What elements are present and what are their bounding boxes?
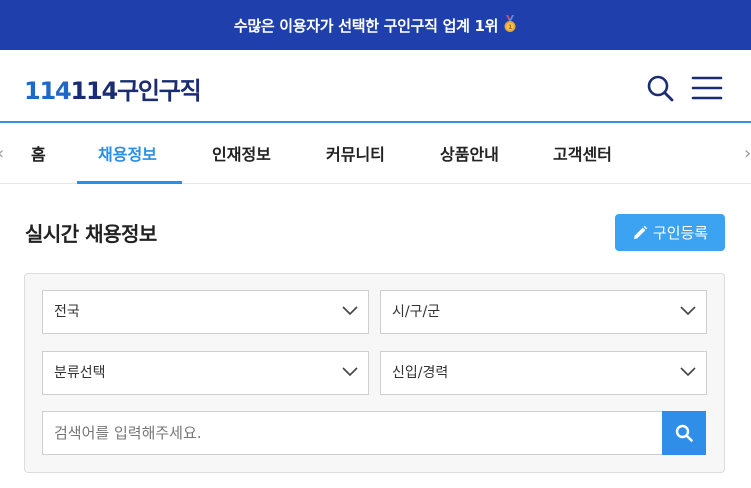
tab-job-info[interactable]: 채용정보 [98,125,157,184]
keyword-search-input[interactable] [42,411,663,455]
site-header: 114114구인구직 [0,50,751,123]
tab-products[interactable]: 상품안내 [440,125,499,184]
category-select-value: 분류선택 [54,365,106,381]
district-select[interactable]: 시/구/군 [380,290,707,334]
chevron-down-icon [342,367,358,377]
chevron-down-icon [342,306,358,316]
tab-customer-center[interactable]: 고객센터 [553,125,612,184]
banner-text: 수많은 이용자가 선택한 구인구직 업계 1위 [233,16,499,35]
tab-home[interactable]: 홈 [31,125,46,184]
medal-icon: 1 [503,15,517,33]
tab-talent-info[interactable]: 인재정보 [212,125,271,184]
pencil-icon [633,225,648,239]
category-select[interactable]: 분류선택 [42,351,369,395]
tab-community[interactable]: 커뮤니티 [326,125,385,184]
career-select[interactable]: 신입/경력 [380,351,707,395]
site-logo[interactable]: 114114구인구직 [24,71,202,106]
logo-part-1: 114 [24,77,72,105]
search-icon [675,424,693,442]
career-select-value: 신입/경력 [392,365,449,381]
chevron-down-icon [680,306,696,316]
svg-text:1: 1 [508,24,512,31]
region-select[interactable]: 전국 [42,290,369,334]
nav-scroll-left-icon[interactable]: ‹ [0,145,4,163]
region-select-value: 전국 [54,304,80,320]
nav-scroll-right-icon[interactable]: › [744,145,751,163]
chevron-down-icon [680,367,696,377]
logo-part-2: 114 [70,77,119,105]
top-banner: 수많은 이용자가 선택한 구인구직 업계 1위 1 [0,0,751,50]
main-nav: ‹ 홈 채용정보 인재정보 커뮤니티 상품안내 고객센터 › [0,125,751,184]
district-select-value: 시/구/군 [392,304,441,320]
register-button-label: 구인등록 [652,224,709,242]
page-title: 실시간 채용정보 [25,222,157,246]
hamburger-menu-icon[interactable] [691,73,723,103]
active-tab-indicator [77,181,182,184]
register-job-button[interactable]: 구인등록 [615,214,725,251]
logo-part-3: 구인구직 [117,77,202,105]
search-submit-button[interactable] [662,411,706,455]
search-icon[interactable] [645,73,675,103]
